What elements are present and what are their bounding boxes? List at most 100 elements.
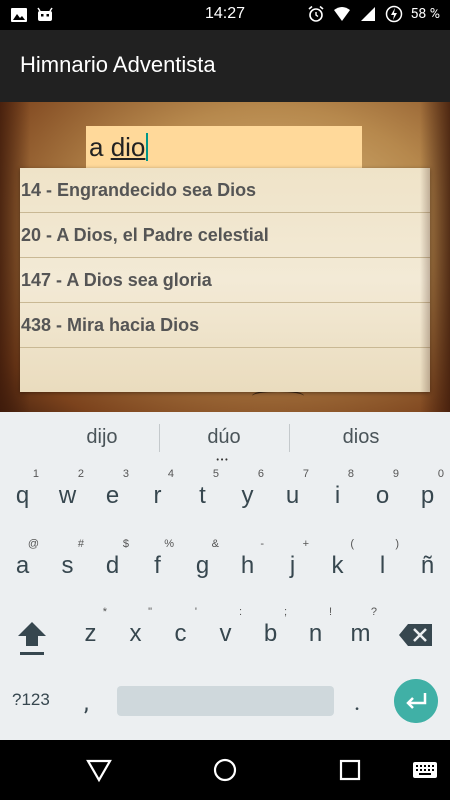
key-label: g: [195, 552, 210, 579]
key-h[interactable]: -h: [225, 532, 270, 592]
key-hint: %: [164, 538, 174, 550]
key-u[interactable]: 7u: [270, 462, 315, 522]
key-hint: -: [260, 538, 264, 550]
key-hint: 3: [122, 468, 129, 480]
key-v[interactable]: :v: [203, 600, 248, 660]
key-z[interactable]: * z: [68, 600, 113, 660]
search-input[interactable]: a dio: [86, 126, 362, 170]
shift-icon: [18, 622, 46, 646]
key-hint: ?: [370, 606, 377, 618]
key-label: c: [174, 620, 187, 647]
key-hint: !: [328, 606, 332, 618]
search-text: a dio: [89, 132, 149, 163]
app-title: Himnario Adventista: [20, 52, 216, 77]
key-label: o: [375, 482, 390, 509]
key-x[interactable]: " x: [113, 600, 158, 660]
symbols-key[interactable]: ?123: [12, 690, 50, 710]
key-p[interactable]: 0p: [405, 462, 450, 522]
key-d[interactable]: $ d: [90, 532, 135, 592]
key-label: k: [331, 552, 344, 579]
app-bar: Himnario Adventista: [0, 30, 450, 102]
key-label: j: [289, 552, 296, 579]
key-hint: 5: [212, 468, 219, 480]
key-hint: +: [302, 538, 309, 550]
enter-key[interactable]: [394, 679, 438, 723]
key-w[interactable]: 2w: [45, 462, 90, 522]
search-composing-text: dio: [110, 132, 146, 162]
key-l[interactable]: ) l: [360, 532, 405, 592]
text-cursor: [146, 133, 149, 161]
suggestion-center[interactable]: dúo: [159, 426, 289, 449]
content-area: a dio 14 - Engrandecido sea Dios 20 - A …: [0, 102, 450, 412]
key-c[interactable]: ' c: [158, 600, 203, 660]
period-key[interactable]: .: [354, 688, 360, 716]
key-hint: #: [77, 538, 84, 550]
key-hint: 0: [437, 468, 444, 480]
key-label: h: [240, 552, 255, 579]
space-bar[interactable]: [117, 686, 334, 716]
key-label: w: [58, 482, 77, 509]
key-f[interactable]: % f: [135, 532, 180, 592]
key-label: a: [15, 552, 30, 579]
key-b[interactable]: ; b: [248, 600, 293, 660]
search-prefix: a: [89, 132, 111, 162]
key-y[interactable]: 6y: [225, 462, 270, 522]
key-k[interactable]: (k: [315, 532, 360, 592]
suggestion-strip: dijo dúo dios •••: [0, 412, 450, 466]
key-n[interactable]: ! n: [293, 600, 338, 660]
key-hint: &: [211, 538, 219, 550]
key-hint: 6: [257, 468, 264, 480]
autocomplete-item[interactable]: 147 - A Dios sea gloria: [20, 258, 430, 303]
key-r[interactable]: 4r: [135, 462, 180, 522]
wifi-icon: [333, 7, 350, 21]
back-icon[interactable]: [86, 757, 112, 783]
key-g[interactable]: & g: [180, 532, 225, 592]
key-hint: (: [350, 538, 354, 550]
key-label: l: [379, 552, 386, 579]
key-label: v: [219, 620, 232, 647]
autocomplete-item[interactable]: 14 - Engrandecido sea Dios: [20, 168, 430, 213]
home-icon[interactable]: [212, 757, 238, 783]
key-hint: 4: [167, 468, 174, 480]
autocomplete-item[interactable]: 438 - Mira hacia Dios: [20, 303, 430, 348]
suggestion-right[interactable]: dios: [296, 426, 426, 449]
key-a[interactable]: @ a: [0, 532, 45, 592]
key-label: q: [15, 482, 30, 509]
comma-key[interactable]: ,: [84, 688, 89, 716]
key-t[interactable]: 5t: [180, 462, 225, 522]
backspace-icon: [399, 624, 432, 646]
key-hint: ): [395, 538, 399, 550]
key-hint: :: [238, 606, 242, 618]
key-label: d: [105, 552, 120, 579]
key-hint: 1: [32, 468, 39, 480]
key-m[interactable]: ? m: [338, 600, 383, 660]
key-s[interactable]: # s: [45, 532, 90, 592]
key-label: ñ: [420, 552, 435, 579]
suggestion-divider: [289, 424, 290, 452]
key-label: i: [334, 482, 341, 509]
autocomplete-item[interactable]: 20 - A Dios, el Padre celestial: [20, 213, 430, 258]
keyboard-switch-icon[interactable]: [412, 757, 438, 783]
key-j[interactable]: + j: [270, 532, 315, 592]
key-hint: *: [102, 606, 107, 618]
recents-icon[interactable]: [337, 757, 363, 783]
key-label: t: [199, 482, 206, 509]
status-bar: 14:27 58 %: [0, 0, 450, 30]
key-label: n: [308, 620, 323, 647]
key-i[interactable]: 8i: [315, 462, 360, 522]
key-e[interactable]: 3e: [90, 462, 135, 522]
key-hint: ': [194, 606, 197, 618]
backspace-key[interactable]: [398, 623, 434, 647]
autocomplete-dropdown: 14 - Engrandecido sea Dios 20 - A Dios, …: [20, 168, 430, 392]
key-q[interactable]: 1q: [0, 462, 45, 522]
key-o[interactable]: 9o: [360, 462, 405, 522]
key-ñ[interactable]: ñ: [405, 532, 450, 592]
battery-charging-icon: [385, 5, 402, 23]
shift-key[interactable]: [14, 618, 50, 658]
signal-icon: [360, 7, 375, 21]
suggestion-left[interactable]: dijo: [37, 426, 167, 449]
key-hint: @: [27, 538, 39, 550]
key-hint: 7: [302, 468, 309, 480]
key-hint: ;: [283, 606, 287, 618]
key-label: r: [153, 482, 162, 509]
